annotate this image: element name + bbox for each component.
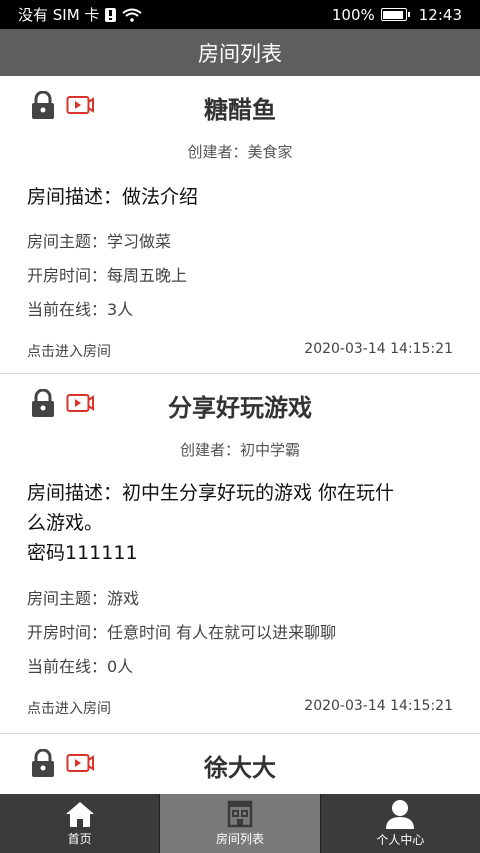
home-icon — [65, 802, 94, 827]
room-description: 房间描述：做法介绍 — [27, 182, 453, 212]
room-description-line: 房间描述：初中生分享好玩的游戏 你在玩什 — [27, 482, 395, 504]
room-description-line: 房间描述：做法介绍 — [27, 186, 199, 208]
wifi-icon — [122, 8, 143, 22]
room-card-icons — [30, 91, 94, 119]
status-right: 100% 12:43 — [332, 6, 462, 24]
room-card-icons — [30, 389, 94, 417]
tab-label: 个人中心 — [376, 833, 425, 847]
room-footer: 点击进入房间 2020-03-14 14:15:21 — [27, 341, 453, 361]
tab-room-list[interactable]: 房间列表 — [160, 794, 321, 853]
video-icon — [66, 754, 94, 772]
room-list[interactable]: 糖醋鱼 创建者：美食家 房间描述：做法介绍 房间主题：学习做菜 开房时间：每周五… — [0, 76, 480, 794]
room-topic: 房间主题：游戏 — [27, 589, 140, 608]
enter-room-link[interactable]: 点击进入房间 — [27, 341, 111, 361]
tab-home[interactable]: 首页 — [0, 794, 161, 853]
bottom-tab-bar: 首页 房间列表 个人中心 — [0, 794, 480, 853]
room-card[interactable]: 分享好玩游戏 创建者：初中学霸 房间描述：初中生分享好玩的游戏 你在玩什 么游戏… — [0, 374, 480, 734]
room-timestamp: 2020-03-14 14:15:21 — [304, 698, 453, 714]
room-creator: 创建者：初中学霸 — [179, 441, 300, 459]
room-card[interactable]: 徐大大 — [0, 734, 480, 794]
tab-label: 首页 — [67, 832, 92, 846]
room-description-line: 密码111111 — [27, 542, 138, 564]
tab-profile[interactable]: 个人中心 — [321, 794, 480, 853]
battery-percent: 100% — [331, 5, 375, 24]
page-header: 房间列表 — [0, 29, 480, 76]
lock-icon — [32, 389, 54, 417]
page-title: 房间列表 — [198, 41, 282, 66]
carrier-text: 没有 SIM 卡 — [18, 6, 100, 24]
battery-icon — [380, 8, 410, 21]
room-creator: 创建者：美食家 — [187, 143, 293, 161]
status-left: 没有 SIM 卡 — [18, 4, 143, 25]
room-online-count: 当前在线：0人 — [27, 657, 134, 676]
enter-room-link[interactable]: 点击进入房间 — [27, 698, 111, 718]
room-timestamp: 2020-03-14 14:15:21 — [304, 341, 453, 357]
person-icon — [386, 800, 415, 829]
room-footer: 点击进入房间 2020-03-14 14:15:21 — [27, 698, 453, 718]
room-online-count: 当前在线：3人 — [27, 300, 134, 319]
room-card-icons — [30, 749, 94, 777]
room-open-time: 开房时间：每周五晚上 — [27, 266, 188, 285]
lock-icon — [32, 749, 54, 777]
room-list-icon — [227, 800, 253, 828]
room-open-time: 开房时间：任意时间 有人在就可以进来聊聊 — [27, 623, 337, 642]
lock-icon — [32, 91, 54, 119]
video-icon — [66, 96, 94, 114]
room-description: 房间描述：初中生分享好玩的游戏 你在玩什 么游戏。 密码111111 — [27, 478, 453, 568]
clock: 12:43 — [418, 5, 462, 24]
sim-alert-icon — [105, 7, 117, 22]
video-icon — [66, 394, 94, 412]
room-description-line: 么游戏。 — [27, 512, 104, 534]
tab-label: 房间列表 — [215, 832, 264, 846]
status-bar: 没有 SIM 卡 100% 12:43 — [0, 0, 480, 29]
room-topic: 房间主题：学习做菜 — [27, 232, 172, 251]
room-card[interactable]: 糖醋鱼 创建者：美食家 房间描述：做法介绍 房间主题：学习做菜 开房时间：每周五… — [0, 76, 480, 374]
